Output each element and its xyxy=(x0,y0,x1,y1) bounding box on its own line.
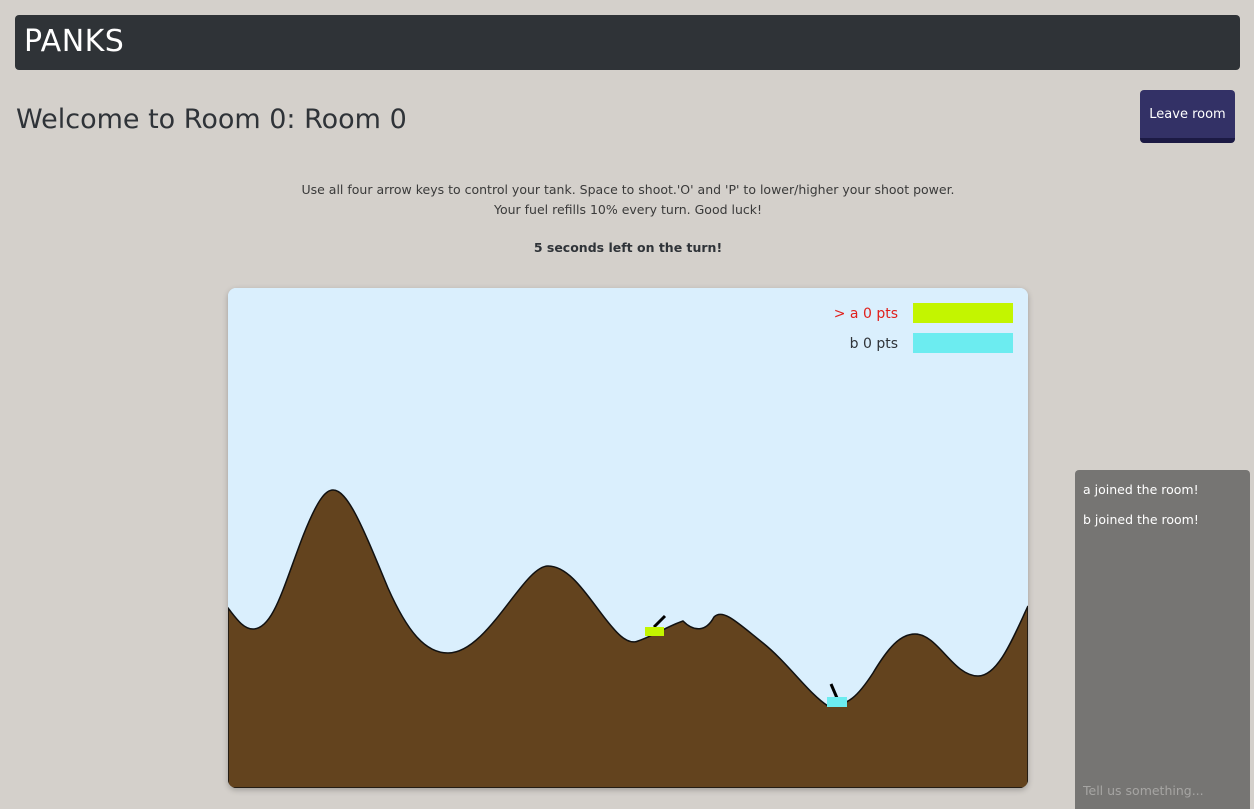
tank-a-body xyxy=(645,627,664,636)
game-instructions: Use all four arrow keys to control your … xyxy=(228,180,1028,220)
chat-message: b joined the room! xyxy=(1083,512,1199,527)
chat-input[interactable] xyxy=(1075,777,1250,803)
player-b-fuel-bar xyxy=(913,333,1013,353)
player-b-score: b 0 pts xyxy=(850,336,898,352)
instructions-line: Use all four arrow keys to control your … xyxy=(301,182,955,197)
player-a-score: > a 0 pts xyxy=(834,306,898,322)
game-canvas[interactable]: > a 0 pts b 0 pts xyxy=(228,288,1028,788)
instructions-line: Your fuel refills 10% every turn. Good l… xyxy=(493,202,763,217)
turn-timer: 5 seconds left on the turn! xyxy=(533,240,723,255)
top-navbar: PANKS xyxy=(15,15,1240,70)
app-brand[interactable]: PANKS xyxy=(24,24,124,59)
tank-b-body xyxy=(827,697,847,707)
chat-panel: a joined the room! b joined the room! xyxy=(1075,470,1250,809)
leave-room-button[interactable]: Leave room xyxy=(1140,90,1235,143)
player-a-fuel-bar xyxy=(913,303,1013,323)
room-title: Welcome to Room 0: Room 0 xyxy=(16,104,407,135)
chat-message: a joined the room! xyxy=(1083,482,1199,497)
